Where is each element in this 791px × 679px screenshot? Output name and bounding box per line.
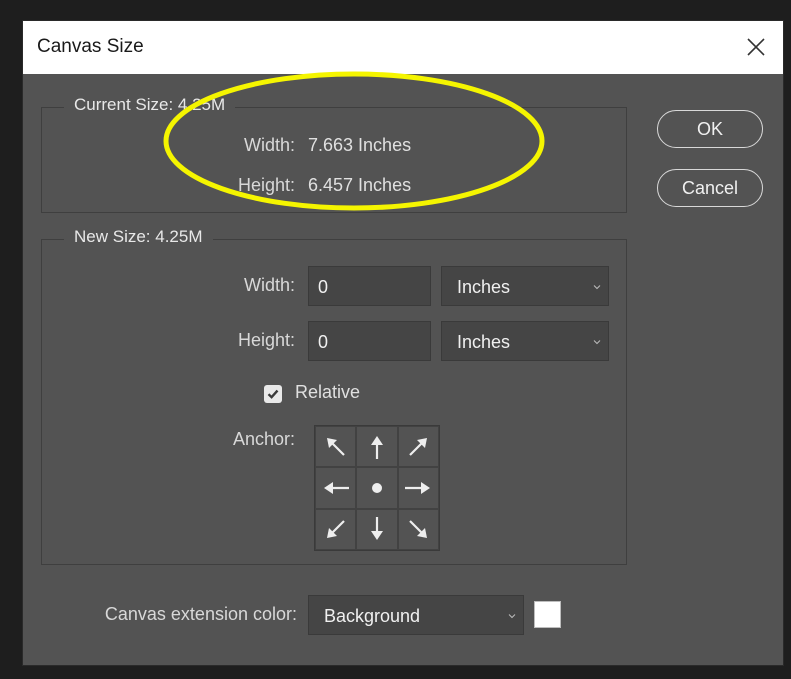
title-bar: Canvas Size (23, 21, 783, 74)
new-height-label: Height: (237, 330, 295, 350)
anchor-top-left[interactable] (315, 426, 357, 468)
close-icon (747, 38, 765, 56)
current-size-group: Current Size: 4.25M (41, 95, 627, 213)
dialog-title: Canvas Size (37, 36, 144, 57)
current-height-label: Height: (237, 175, 295, 195)
new-width-value: 0 (318, 277, 329, 297)
anchor-bottom-left[interactable] (315, 508, 357, 550)
ok-button-label: OK (696, 118, 723, 139)
chevron-down-icon (593, 340, 601, 345)
new-width-label: Width: (243, 275, 295, 295)
arrow-up-left-icon (326, 437, 345, 456)
dot-icon (371, 482, 382, 493)
cancel-button-label: Cancel (681, 177, 739, 198)
arrow-down-icon (370, 517, 383, 541)
cancel-button[interactable]: Cancel (657, 169, 763, 207)
current-height-value: 6.457 Inches (308, 175, 412, 195)
canvas-size-dialog: Canvas Size Current Size: 4.25M Width: 7… (22, 20, 784, 666)
arrow-left-icon (323, 481, 349, 494)
new-width-input[interactable]: 0 (308, 266, 431, 306)
anchor-grid (314, 425, 440, 551)
anchor-right[interactable] (397, 467, 439, 509)
chevron-down-icon (593, 285, 601, 290)
new-width-unit-value: Inches (457, 277, 511, 297)
arrow-down-right-icon (409, 520, 428, 539)
arrow-up-right-icon (409, 437, 428, 456)
new-height-value: 0 (318, 332, 329, 352)
relative-label: Relative (295, 382, 361, 402)
current-width-label: Width: (243, 135, 295, 155)
anchor-label: Anchor: (232, 429, 295, 449)
new-size-legend: New Size: 4.25M (64, 227, 213, 247)
anchor-top-right[interactable] (397, 426, 439, 468)
anchor-left[interactable] (315, 467, 357, 509)
anchor-top[interactable] (356, 426, 398, 468)
new-height-unit-select[interactable]: Inches (441, 321, 609, 361)
arrow-up-icon (370, 435, 383, 459)
extension-color-label: Canvas extension color: (104, 604, 297, 624)
new-height-input[interactable]: 0 (308, 321, 431, 361)
close-button[interactable] (737, 29, 775, 65)
ok-button[interactable]: OK (657, 110, 763, 148)
current-width-value: 7.663 Inches (308, 135, 412, 155)
anchor-bottom[interactable] (356, 508, 398, 550)
checkmark-icon (267, 389, 279, 399)
extension-color-value: Background (324, 606, 421, 626)
anchor-bottom-right[interactable] (397, 508, 439, 550)
arrow-down-left-icon (326, 520, 345, 539)
chevron-down-icon (508, 614, 516, 619)
extension-color-swatch[interactable] (534, 601, 561, 628)
new-width-unit-select[interactable]: Inches (441, 266, 609, 306)
current-size-legend: Current Size: 4.25M (64, 95, 236, 115)
extension-color-select[interactable]: Background (308, 595, 524, 635)
new-height-unit-value: Inches (457, 332, 511, 352)
arrow-right-icon (405, 481, 431, 494)
relative-checkbox[interactable] (264, 385, 282, 403)
anchor-center[interactable] (356, 467, 398, 509)
